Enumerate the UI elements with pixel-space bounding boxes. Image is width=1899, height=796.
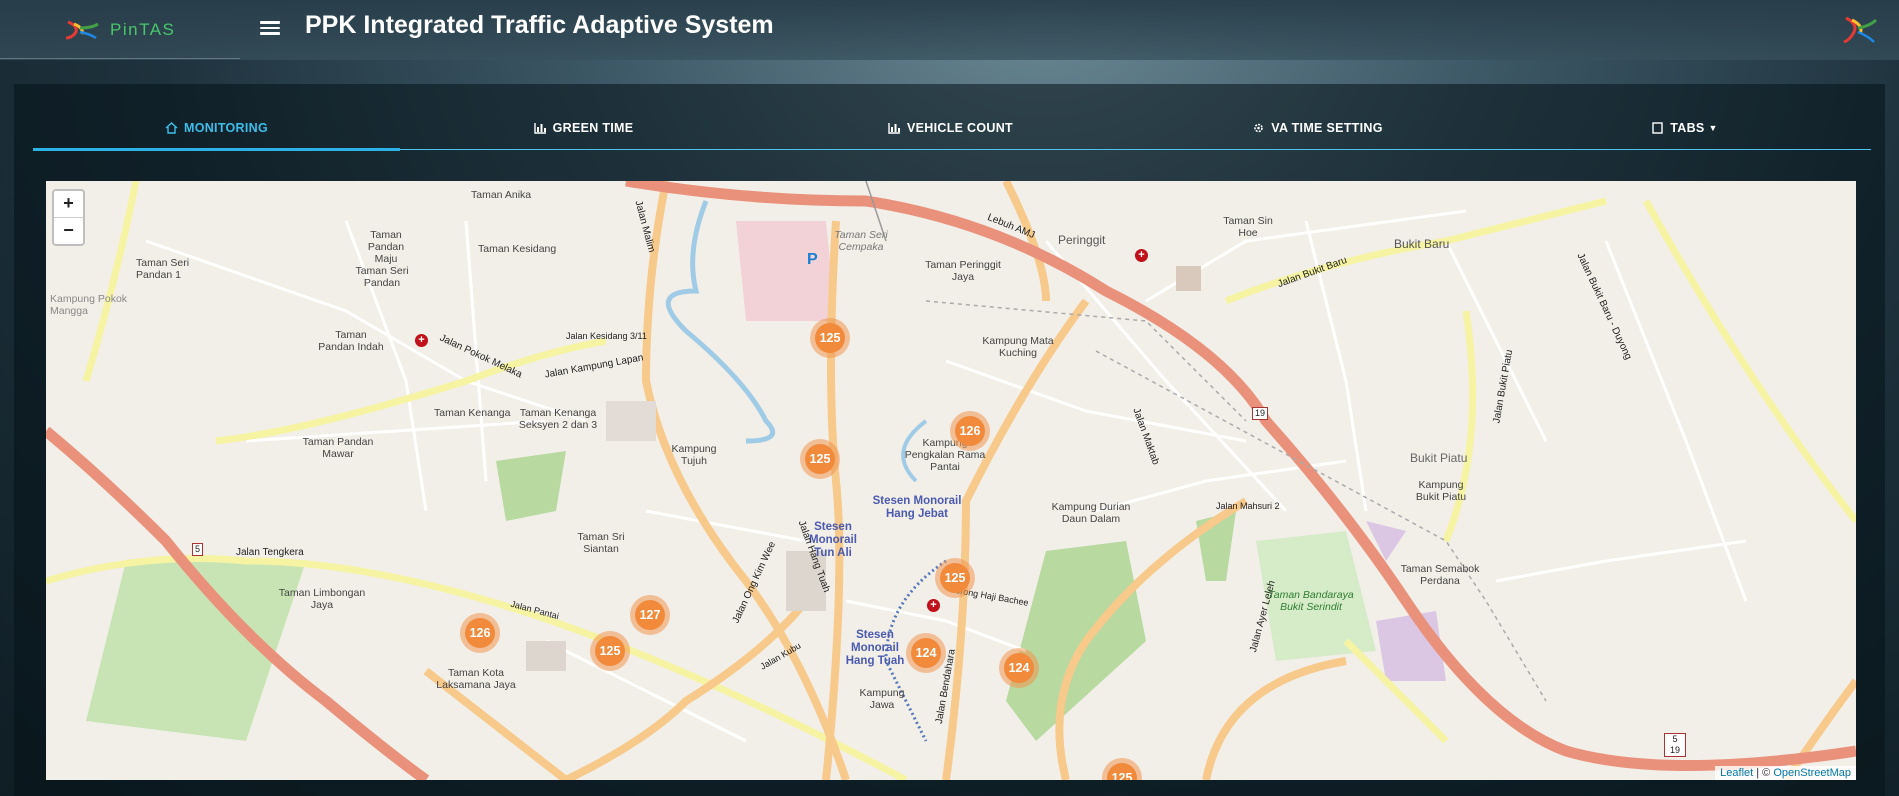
traffic-cluster-marker[interactable]: 124 (999, 648, 1039, 688)
map-place-label: Kampung Tujuh (671, 443, 717, 467)
tab-label: MONITORING (183, 121, 269, 135)
parking-icon: P (807, 251, 818, 268)
map-place-label: Taman Pandan Mawar (302, 436, 374, 460)
map-place-label: Kampung Bukit Piatu (1415, 479, 1467, 503)
tab-bar: MONITORING GREEN TIME VEHICLE COUNT VA T… (33, 107, 1871, 151)
map-place-label: Taman Kenanga (434, 407, 511, 419)
brand-name: PinTAS (110, 20, 176, 39)
pintas-corner-logo-icon (1843, 16, 1878, 44)
openstreetmap-link[interactable]: OpenStreetMap (1773, 767, 1851, 779)
hospital-icon[interactable]: + (927, 599, 940, 612)
tab-green-time[interactable]: GREEN TIME (400, 107, 767, 149)
map-place-label: Taman Pandan Indah (318, 329, 384, 353)
zoom-control: + − (52, 189, 85, 246)
map-road-label: Jalan Mahsuri 2 (1216, 501, 1280, 511)
map-place-label: Taman Sin Hoe (1223, 215, 1273, 239)
traffic-cluster-marker[interactable]: 126 (460, 613, 500, 653)
pintas-logo-icon (65, 20, 99, 40)
hospital-icon[interactable]: + (1135, 249, 1148, 262)
home-icon (165, 122, 178, 134)
gear-icon (1254, 123, 1264, 133)
tab-va-time-setting[interactable]: VA TIME SETTING (1134, 107, 1501, 149)
menu-toggle-icon[interactable] (260, 18, 280, 38)
map-place-label: Taman Seri Cempaka (834, 229, 888, 253)
map-place-label: Taman Kenanga Seksyen 2 dan 3 (518, 407, 598, 431)
traffic-cluster-marker[interactable]: 127 (630, 595, 670, 635)
route-shield: 5 (192, 543, 204, 556)
map-place-label: Taman Seri Pandan (355, 265, 409, 289)
traffic-cluster-marker[interactable]: 125 (810, 318, 850, 358)
map-place-label: Taman Limbongan Jaya (278, 587, 366, 611)
map-road-label: Jalan Kesidang 3/11 (566, 331, 647, 341)
traffic-cluster-marker[interactable]: 125 (590, 631, 630, 671)
map-place-label: Kampung Mata Kuching (982, 335, 1054, 359)
book-icon (1652, 122, 1663, 134)
map-place-label: Kampung Durian Daun Dalam (1051, 501, 1131, 525)
top-bar: PinTAS PPK Integrated Traffic Adaptive S… (0, 0, 1899, 60)
attribution-separator: | © (1753, 767, 1774, 779)
map-place-label: Taman Kota Laksamana Jaya (436, 667, 516, 691)
map-place-label: Bukit Piatu (1410, 451, 1468, 465)
tab-label: GREEN TIME (552, 121, 634, 135)
caret-down-icon: ▼ (1708, 123, 1718, 133)
map-place-label: Taman Anika (471, 189, 532, 201)
map-place-label: Peringgit (1058, 233, 1106, 247)
map-attribution: Leaflet | © OpenStreetMap (1715, 766, 1856, 780)
hospital-icon[interactable]: + (415, 334, 428, 347)
traffic-cluster-marker[interactable]: 125 (800, 439, 840, 479)
map-place-label: Kampung Jawa (859, 687, 905, 711)
map-station-label: Stesen Monorail Hang Tuah (845, 629, 905, 667)
traffic-cluster-marker[interactable]: 124 (906, 633, 946, 673)
route-shield: 19 (1252, 407, 1269, 420)
map-place-label: Taman Pandan Maju (367, 229, 405, 265)
zoom-in-button[interactable]: + (54, 191, 83, 218)
leaflet-link[interactable]: Leaflet (1720, 767, 1753, 779)
map-place-label: Bukit Baru (1394, 237, 1450, 251)
traffic-cluster-marker[interactable]: 126 (950, 411, 990, 451)
map-place-label: Taman Sri Siantan (577, 531, 625, 555)
map-place-label: Taman Kesidang (478, 243, 557, 255)
zoom-out-button[interactable]: − (54, 218, 83, 244)
map-place-label: Kampung Pokok Mangga (50, 293, 128, 317)
brand[interactable]: PinTAS (0, 0, 240, 59)
route-shield: 5 19 (1664, 733, 1686, 757)
traffic-map[interactable]: + − Taman Anika Taman Pandan Maju Taman … (46, 181, 1856, 780)
traffic-cluster-marker[interactable]: 125 (935, 558, 975, 598)
bar-chart-icon (888, 123, 900, 134)
map-station-label: Stesen Monorail Hang Jebat (872, 495, 962, 520)
map-place-label: Taman Peringgit Jaya (925, 259, 1001, 283)
tab-label: VA TIME SETTING (1271, 121, 1383, 135)
tab-tabs-dropdown[interactable]: TABS ▼ (1501, 107, 1868, 149)
page-title: PPK Integrated Traffic Adaptive System (305, 11, 774, 39)
tab-monitoring[interactable]: MONITORING (33, 107, 400, 151)
tab-label: TABS (1670, 121, 1705, 135)
map-road-label: Jalan Tengkera (236, 547, 304, 558)
tab-label: VEHICLE COUNT (907, 121, 1013, 135)
tab-vehicle-count[interactable]: VEHICLE COUNT (767, 107, 1134, 149)
map-place-label: Taman Seri Pandan 1 (136, 257, 190, 281)
map-place-label: Taman Semabok Perdana (1400, 563, 1480, 587)
bar-chart-icon (533, 123, 546, 134)
